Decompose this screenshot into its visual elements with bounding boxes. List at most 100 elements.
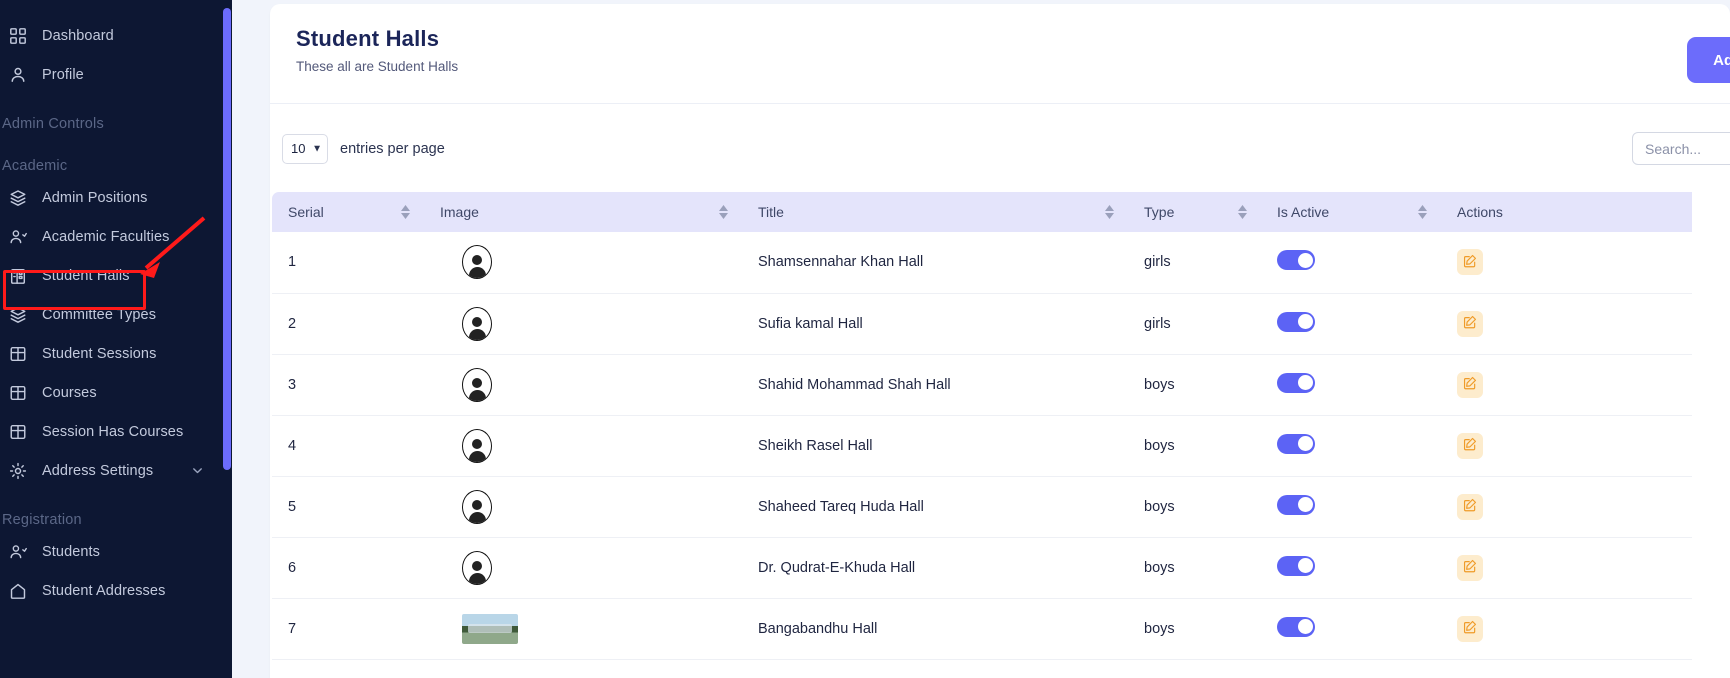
sort-toggle-icon[interactable] <box>401 205 410 219</box>
sidebar-scrollbar-thumb[interactable] <box>223 8 231 470</box>
hall-photo-thumbnail <box>462 614 518 644</box>
column-header-label: Image <box>440 204 479 220</box>
column-header-title[interactable]: Title <box>742 192 1128 232</box>
is-active-toggle[interactable] <box>1277 250 1315 270</box>
edit-row-button[interactable] <box>1457 372 1483 398</box>
sidebar-item-label: Student Addresses <box>42 583 165 599</box>
sidebar-item-label: Student Sessions <box>42 346 156 362</box>
cell-image <box>424 537 742 598</box>
edit-icon <box>1463 498 1477 515</box>
edit-row-button[interactable] <box>1457 311 1483 337</box>
cell-is-active <box>1261 354 1441 415</box>
users-icon <box>8 227 28 247</box>
sidebar-nav: DashboardProfileAdmin ControlsAcademicAd… <box>0 0 232 610</box>
sidebar-section-registration: Registration <box>0 490 232 532</box>
sidebar-section-admin-controls: Admin Controls <box>0 94 232 136</box>
cell-type: boys <box>1128 598 1261 659</box>
column-header-image[interactable]: Image <box>424 192 742 232</box>
grid-icon <box>8 26 28 46</box>
cell-title: Sufia kamal Hall <box>742 293 1128 354</box>
cell-is-active <box>1261 415 1441 476</box>
is-active-toggle[interactable] <box>1277 312 1315 332</box>
sidebar-item-profile[interactable]: Profile <box>0 55 232 94</box>
table-header-row: Serial Image Title Type Is Active Actions <box>272 192 1692 232</box>
sidebar-item-label: Courses <box>42 385 97 401</box>
users-icon <box>8 542 28 562</box>
sort-toggle-icon[interactable] <box>719 205 728 219</box>
sort-toggle-icon[interactable] <box>1238 205 1247 219</box>
app-root: DashboardProfileAdmin ControlsAcademicAd… <box>0 0 1730 678</box>
table-container: SerialImageTitleTypeIs ActiveActions 1Sh… <box>270 165 1730 660</box>
cell-type: boys <box>1128 415 1261 476</box>
table-row: 5Shaheed Tareq Huda Hallboys <box>272 476 1692 537</box>
edit-row-button[interactable] <box>1457 555 1483 581</box>
cell-serial: 2 <box>272 293 424 354</box>
content-card: Student Halls These all are Student Hall… <box>270 4 1730 678</box>
is-active-toggle[interactable] <box>1277 556 1315 576</box>
cell-image <box>424 415 742 476</box>
table-icon <box>8 383 28 403</box>
column-header-label: Actions <box>1457 204 1503 220</box>
sidebar-item-dashboard[interactable]: Dashboard <box>0 16 232 55</box>
chevron-down-icon[interactable] <box>191 464 204 477</box>
cell-is-active <box>1261 476 1441 537</box>
home-icon <box>8 581 28 601</box>
column-header-label: Serial <box>288 204 324 220</box>
is-active-toggle[interactable] <box>1277 434 1315 454</box>
cell-title: Shamsennahar Khan Hall <box>742 232 1128 293</box>
table-row: 6Dr. Qudrat-E-Khuda Hallboys <box>272 537 1692 598</box>
edit-icon <box>1463 254 1477 271</box>
table-row: 2 Sufia kamal Hallgirls <box>272 293 1692 354</box>
sidebar-item-admin-positions[interactable]: Admin Positions <box>0 178 232 217</box>
entries-per-page-select[interactable]: 102550100 <box>282 134 328 164</box>
edit-row-button[interactable] <box>1457 616 1483 642</box>
sidebar-section-academic: Academic <box>0 136 232 178</box>
sort-toggle-icon[interactable] <box>1105 205 1114 219</box>
cell-serial: 3 <box>272 354 424 415</box>
avatar-placeholder-icon <box>462 429 492 463</box>
edit-icon <box>1463 559 1477 576</box>
cell-type: boys <box>1128 476 1261 537</box>
column-header-serial[interactable]: Serial <box>272 192 424 232</box>
sidebar-item-academic-faculties[interactable]: Academic Faculties <box>0 217 232 256</box>
column-header-type[interactable]: Type <box>1128 192 1261 232</box>
is-active-toggle[interactable] <box>1277 373 1315 393</box>
sidebar-item-committee-types[interactable]: Committee Types <box>0 295 232 334</box>
cell-type: girls <box>1128 232 1261 293</box>
main-content: Student Halls These all are Student Hall… <box>232 0 1730 678</box>
sidebar-item-courses[interactable]: Courses <box>0 373 232 412</box>
edit-icon <box>1463 315 1477 332</box>
entries-per-page-label: entries per page <box>340 141 445 157</box>
table-head: Serial Image Title Type Is Active Actions <box>272 192 1692 232</box>
cell-type: girls <box>1128 293 1261 354</box>
building-icon <box>8 266 28 286</box>
search-input[interactable] <box>1632 132 1730 165</box>
cell-image <box>424 293 742 354</box>
edit-row-button[interactable] <box>1457 494 1483 520</box>
avatar-placeholder-icon <box>462 245 492 279</box>
sidebar: DashboardProfileAdmin ControlsAcademicAd… <box>0 0 232 678</box>
edit-row-button[interactable] <box>1457 249 1483 275</box>
sidebar-item-session-has-courses[interactable]: Session Has Courses <box>0 412 232 451</box>
sidebar-item-label: Address Settings <box>42 463 153 479</box>
sidebar-item-student-sessions[interactable]: Student Sessions <box>0 334 232 373</box>
sidebar-item-student-addresses[interactable]: Student Addresses <box>0 571 232 610</box>
add-student-hall-button[interactable]: Add Student Hall <box>1687 37 1730 83</box>
sidebar-item-students[interactable]: Students <box>0 532 232 571</box>
column-header-is-active[interactable]: Is Active <box>1261 192 1441 232</box>
sidebar-item-label: Profile <box>42 67 84 83</box>
edit-icon <box>1463 437 1477 454</box>
cell-type: boys <box>1128 537 1261 598</box>
student-halls-table: SerialImageTitleTypeIs ActiveActions 1Sh… <box>272 192 1692 660</box>
avatar-placeholder-icon <box>462 551 492 585</box>
column-header-label: Type <box>1144 204 1174 220</box>
is-active-toggle[interactable] <box>1277 495 1315 515</box>
sidebar-item-student-halls[interactable]: Student Halls <box>0 256 232 295</box>
table-icon <box>8 422 28 442</box>
sort-toggle-icon[interactable] <box>1418 205 1427 219</box>
sidebar-scrollbar-track[interactable] <box>222 0 232 678</box>
edit-row-button[interactable] <box>1457 433 1483 459</box>
is-active-toggle[interactable] <box>1277 617 1315 637</box>
cell-image <box>424 476 742 537</box>
sidebar-item-address-settings[interactable]: Address Settings <box>0 451 232 490</box>
